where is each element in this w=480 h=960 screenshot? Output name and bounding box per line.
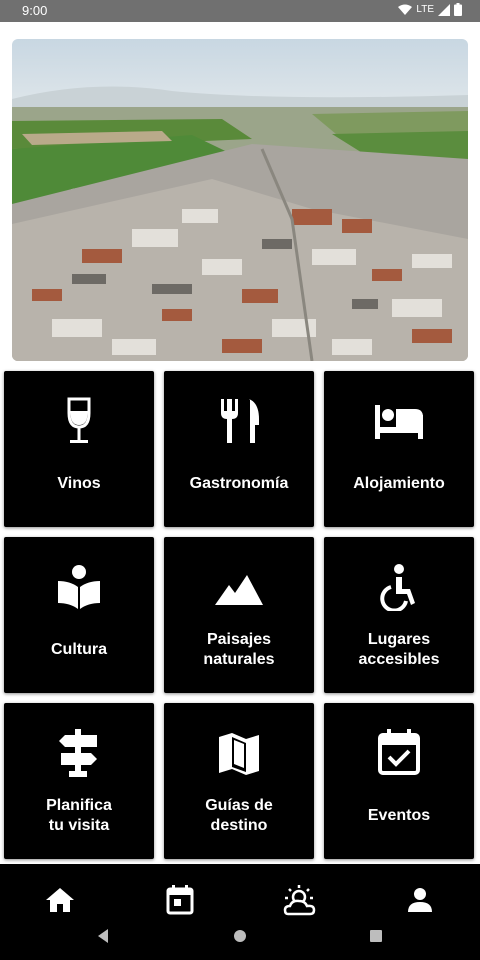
tile-lugares-accesibles[interactable]: Lugares accesibles: [324, 537, 474, 693]
tile-label: Alojamiento: [353, 475, 445, 492]
person-icon: [408, 888, 432, 912]
wine-glass-icon: [67, 397, 91, 443]
back-icon[interactable]: [96, 928, 110, 944]
mountains-icon: [215, 575, 263, 605]
tile-vinos[interactable]: Vinos: [4, 371, 154, 527]
tile-label: Vinos: [57, 475, 101, 492]
tile-label: Eventos: [367, 807, 431, 824]
calendar-check-icon: [378, 729, 420, 775]
home-circle-icon[interactable]: [233, 928, 247, 944]
tile-label: Cultura: [51, 641, 107, 658]
tile-eventos[interactable]: Eventos: [324, 703, 474, 859]
status-time: 9:00: [22, 3, 48, 18]
tile-label: Paisajes naturales: [203, 631, 275, 668]
recents-icon[interactable]: [369, 928, 383, 944]
nav-profile[interactable]: [400, 882, 440, 918]
tile-planifica-tu-visita[interactable]: Planifica tu visita: [4, 703, 154, 859]
tile-alojamiento[interactable]: Alojamiento: [324, 371, 474, 527]
map-icon: [219, 733, 259, 775]
tile-label: Lugares accesibles: [358, 631, 440, 668]
status-bar: 9:00 LTE: [0, 0, 480, 22]
tile-cultura[interactable]: Cultura: [4, 537, 154, 693]
signpost-icon: [59, 729, 97, 777]
hero-image: [12, 39, 468, 361]
tile-paisajes-naturales[interactable]: Paisajes naturales: [164, 537, 314, 693]
category-grid: Vinos Gastronomía Alojamiento Cultura Pa…: [4, 371, 476, 859]
nav-calendar[interactable]: [160, 882, 200, 918]
bottom-nav: [0, 864, 480, 960]
hotel-bed-icon: [375, 405, 423, 439]
tile-guias-de-destino[interactable]: Guías de destino: [164, 703, 314, 859]
tile-gastronomia[interactable]: Gastronomía: [164, 371, 314, 527]
restaurant-icon: [221, 399, 259, 443]
accessible-icon: [380, 564, 415, 611]
nav-home[interactable]: [40, 882, 80, 918]
tile-label: Planifica tu visita: [46, 797, 112, 834]
nav-weather[interactable]: [280, 882, 320, 918]
weather-icon: [283, 885, 316, 916]
calendar-icon: [166, 885, 194, 915]
aerial-town-photo: [12, 39, 468, 361]
status-icons: LTE: [398, 3, 462, 16]
network-type: LTE: [416, 4, 434, 15]
book-reader-icon: [58, 565, 100, 609]
home-icon: [46, 888, 74, 912]
wifi-icon: [398, 4, 413, 15]
cell-signal-icon: [438, 3, 450, 16]
tile-label: Gastronomía: [189, 475, 289, 492]
tile-label: Guías de destino: [205, 797, 273, 834]
battery-icon: [454, 3, 462, 16]
